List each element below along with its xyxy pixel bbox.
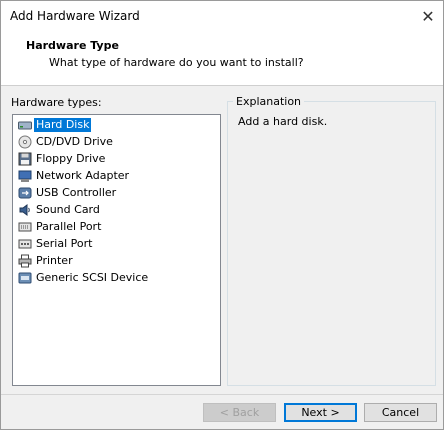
button-separator	[1, 394, 443, 395]
network-adapter-icon	[18, 169, 32, 183]
list-item-generic-scsi-device[interactable]: Generic SCSI Device	[18, 270, 150, 285]
list-item-sound-card[interactable]: Sound Card	[18, 202, 102, 217]
list-item-label: Network Adapter	[36, 168, 130, 182]
list-item-label: Floppy Drive	[36, 151, 106, 165]
explanation-group	[227, 101, 436, 386]
list-item-label: Printer	[36, 253, 73, 267]
hardware-types-label: Hardware types:	[11, 96, 102, 109]
scsi-device-icon	[18, 271, 32, 285]
title-bar: Add Hardware Wizard ✕	[1, 1, 443, 31]
list-item-label: CD/DVD Drive	[36, 134, 113, 148]
list-item-label: Serial Port	[36, 236, 93, 250]
parallel-port-icon	[18, 220, 32, 234]
list-item-printer[interactable]: Printer	[18, 253, 75, 268]
cancel-button[interactable]: Cancel	[364, 403, 437, 422]
back-button[interactable]: < Back	[203, 403, 276, 422]
list-item-label: Generic SCSI Device	[36, 270, 149, 284]
list-item-parallel-port[interactable]: Parallel Port	[18, 219, 103, 234]
floppy-icon	[18, 152, 32, 166]
next-button[interactable]: Next >	[284, 403, 357, 422]
sound-card-icon	[18, 203, 32, 217]
close-button[interactable]: ✕	[413, 1, 443, 31]
usb-icon	[18, 186, 32, 200]
list-item-network-adapter[interactable]: Network Adapter	[18, 168, 131, 183]
list-item-hard-disk[interactable]: Hard Disk	[18, 117, 92, 132]
list-item-label: USB Controller	[36, 185, 117, 199]
list-item-serial-port[interactable]: Serial Port	[18, 236, 94, 251]
list-item-floppy-drive[interactable]: Floppy Drive	[18, 151, 107, 166]
close-icon: ✕	[421, 6, 435, 26]
cd-dvd-icon	[18, 135, 32, 149]
list-item-label: Parallel Port	[36, 219, 102, 233]
add-hardware-wizard-window: Add Hardware Wizard ✕ Hardware Type What…	[0, 0, 444, 430]
printer-icon	[18, 254, 32, 268]
list-item-usb-controller[interactable]: USB Controller	[18, 185, 118, 200]
serial-port-icon	[18, 237, 32, 251]
hardware-types-list[interactable]: Hard Disk CD/DVD Drive Floppy Drive Netw…	[12, 114, 221, 386]
list-item-cd-dvd-drive[interactable]: CD/DVD Drive	[18, 134, 115, 149]
hard-disk-icon	[18, 118, 32, 132]
explanation-label: Explanation	[233, 95, 305, 108]
window-title: Add Hardware Wizard	[10, 9, 140, 23]
list-item-label: Sound Card	[36, 202, 100, 216]
explanation-text: Add a hard disk.	[238, 115, 328, 128]
page-title: Hardware Type	[26, 39, 119, 52]
list-item-label: Hard Disk	[34, 117, 92, 132]
wizard-header: Hardware Type What type of hardware do y…	[1, 31, 443, 86]
page-subtitle: What type of hardware do you want to ins…	[49, 56, 304, 69]
